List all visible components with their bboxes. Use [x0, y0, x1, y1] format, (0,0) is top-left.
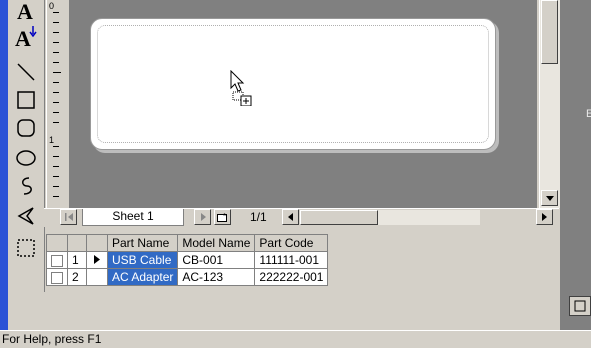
current-row-arrow-icon: [94, 255, 100, 264]
scroll-right-button[interactable]: [536, 209, 553, 225]
checkbox-icon: [51, 271, 63, 284]
selection-tool-icon: [17, 239, 35, 257]
svg-text:A: A: [15, 26, 31, 48]
right-panel-text: E: [586, 108, 591, 120]
status-bar: For Help, press F1: [0, 330, 591, 348]
ruler-tick: [53, 62, 59, 63]
status-text: For Help, press F1: [2, 332, 102, 346]
current-row-indicator: [86, 251, 108, 269]
current-row-indicator: [86, 268, 108, 286]
first-arrow-icon: [64, 213, 73, 221]
ruler-tick: [53, 122, 59, 123]
window-icon: [574, 300, 586, 312]
vertical-scrollbar[interactable]: [539, 0, 560, 208]
checkbox-icon: [51, 254, 63, 267]
printable-area: [97, 25, 489, 143]
vertical-ruler: 0 1: [46, 0, 70, 208]
freehand-tool-icon: [22, 177, 32, 195]
rectangle-tool-icon: [17, 91, 35, 109]
scroll-left-button[interactable]: [282, 209, 299, 225]
polygon-tool-button[interactable]: [13, 204, 39, 228]
next-arrow-icon: [200, 213, 206, 221]
ruler-tick: [53, 176, 59, 177]
table-row[interactable]: 2 AC Adapter AC-123 222222-001: [46, 268, 329, 286]
sheet-tab[interactable]: Sheet 1: [82, 209, 184, 226]
column-header-part-name[interactable]: Part Name: [106, 234, 179, 252]
ruler-mark-1: 1: [49, 135, 55, 145]
scroll-down-button[interactable]: [541, 190, 558, 206]
line-tool-icon: [17, 63, 35, 81]
ruler-mark-0: 0: [49, 1, 55, 11]
grid-background: [44, 292, 560, 330]
ruler-tick: [53, 72, 61, 73]
ruler-tick: [53, 102, 59, 103]
ruler-tick: [53, 92, 59, 93]
cell-part-name[interactable]: AC Adapter: [106, 268, 179, 286]
cell-part-code[interactable]: 222222-001: [254, 268, 329, 286]
window-frame: [0, 0, 8, 330]
ruler-tick: [53, 32, 59, 33]
text-tool-icon: A: [17, 2, 33, 22]
ruler-tick: [53, 146, 59, 147]
row-number: 2: [67, 268, 87, 286]
row-number: 1: [67, 251, 87, 269]
text-tool-button[interactable]: A: [13, 0, 39, 24]
ruler-tick: [53, 52, 59, 53]
cell-model-name[interactable]: AC-123: [177, 268, 256, 286]
ruler-tick: [53, 82, 59, 83]
table-row[interactable]: 1 USB Cable CB-001 111111-001: [46, 251, 329, 269]
right-arrow-icon: [542, 213, 547, 221]
indicator-header: [86, 234, 108, 252]
new-sheet-icon: *: [216, 212, 227, 222]
sheet-tab-bar: Sheet 1 * 1/1: [44, 208, 559, 227]
ruler-tick: [53, 196, 59, 197]
freehand-tool-button[interactable]: [13, 174, 39, 198]
horizontal-scroll-thumb[interactable]: [300, 210, 378, 225]
down-arrow-icon: [545, 195, 554, 201]
corner-cell: [46, 234, 68, 252]
cell-part-code[interactable]: 111111-001: [254, 251, 329, 269]
next-sheet-button[interactable]: [194, 209, 211, 225]
rounded-rectangle-tool-icon: [17, 119, 35, 137]
row-checkbox[interactable]: [46, 251, 68, 269]
ruler-tick: [53, 112, 59, 113]
panel-button[interactable]: [569, 296, 591, 316]
new-sheet-button[interactable]: *: [214, 209, 231, 225]
vertical-text-tool-icon: A: [15, 26, 37, 48]
row-num-header: [67, 234, 87, 252]
rounded-rectangle-tool-button[interactable]: [13, 116, 39, 140]
cell-part-name[interactable]: USB Cable: [106, 251, 179, 269]
label-layout[interactable]: [90, 18, 496, 150]
ruler-tick: [53, 42, 59, 43]
vertical-text-tool-button[interactable]: A: [13, 24, 39, 48]
database-grid: Part Name Model Name Part Code 1 USB Cab…: [46, 234, 329, 286]
vertical-scroll-thumb[interactable]: [541, 0, 558, 64]
first-sheet-button[interactable]: [60, 209, 77, 225]
cursor-icon: [230, 70, 252, 106]
rectangle-tool-button[interactable]: [13, 88, 39, 112]
ruler-tick: [53, 186, 59, 187]
column-header-model-name[interactable]: Model Name: [177, 234, 256, 252]
line-tool-button[interactable]: [13, 60, 39, 84]
cell-model-name[interactable]: CB-001: [177, 251, 256, 269]
polygon-tool-icon: [17, 207, 34, 225]
svg-text:A: A: [17, 2, 33, 22]
ellipse-tool-icon: [16, 150, 36, 166]
right-panel: E: [560, 0, 591, 330]
column-header-part-code[interactable]: Part Code: [254, 234, 329, 252]
ruler-tick: [53, 156, 59, 157]
grid-header-row: Part Name Model Name Part Code: [46, 234, 329, 252]
ruler-tick: [53, 166, 59, 167]
drawing-toolbar: A A: [8, 0, 45, 292]
ruler-tick: [53, 22, 59, 23]
page-indicator: 1/1: [250, 210, 267, 224]
horizontal-scrollbar[interactable]: [300, 210, 480, 225]
left-arrow-icon: [288, 213, 293, 221]
row-checkbox[interactable]: [46, 268, 68, 286]
selection-tool-button[interactable]: [13, 236, 39, 260]
ellipse-tool-button[interactable]: [13, 146, 39, 170]
svg-text:*: *: [223, 212, 226, 221]
ruler-tick: [53, 12, 59, 13]
